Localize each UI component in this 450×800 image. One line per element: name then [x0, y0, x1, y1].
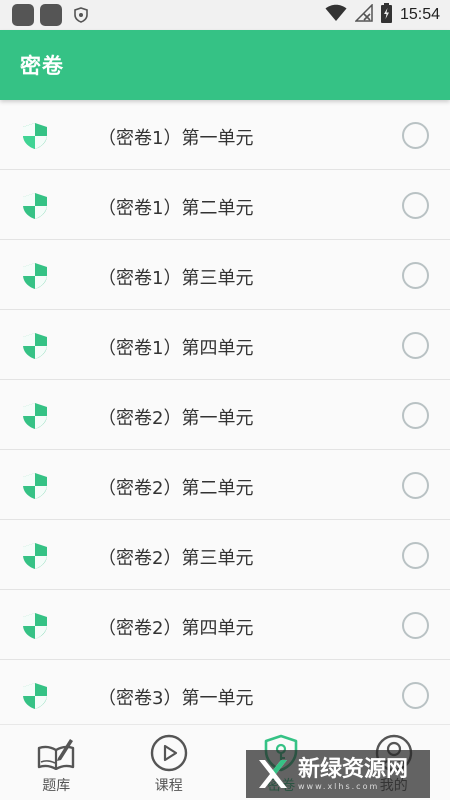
page-title: 密卷 [20, 54, 64, 78]
radio-button[interactable] [402, 402, 429, 429]
list-item[interactable]: （密卷1）第二单元 [0, 170, 450, 240]
list-item-label: （密卷3）第一单元 [98, 688, 254, 709]
app-square-icon [40, 4, 62, 26]
list-item-label: （密卷2）第一单元 [98, 408, 254, 429]
shield-icon [23, 263, 47, 289]
list-item[interactable]: （密卷3）第一单元 [0, 660, 450, 724]
list-item-label: （密卷1）第四单元 [98, 338, 254, 359]
watermark-overlay: 新绿资源网 www.xlhs.com [246, 750, 430, 798]
radio-button[interactable] [402, 122, 429, 149]
list-item-label: （密卷2）第二单元 [98, 478, 254, 499]
battery-charging-icon [380, 3, 392, 27]
list-item[interactable]: （密卷2）第三单元 [0, 520, 450, 590]
status-time: 15:54 [399, 6, 440, 23]
shield-icon [23, 543, 47, 569]
app-square-icon [12, 4, 34, 26]
list-item[interactable]: （密卷2）第四单元 [0, 590, 450, 660]
exam-list[interactable]: （密卷1）第一单元 （密卷1）第二单元 （密卷1）第三单元 （密卷1）第四单元 … [0, 100, 450, 724]
radio-button[interactable] [402, 612, 429, 639]
list-item[interactable]: （密卷2）第二单元 [0, 450, 450, 520]
list-item[interactable]: （密卷1）第一单元 [0, 100, 450, 170]
list-item[interactable]: （密卷2）第一单元 [0, 380, 450, 450]
radio-button[interactable] [402, 682, 429, 709]
shield-icon [23, 613, 47, 639]
shield-icon [23, 193, 47, 219]
radio-button[interactable] [402, 192, 429, 219]
no-signal-icon [354, 3, 373, 26]
radio-button[interactable] [402, 472, 429, 499]
shield-icon [23, 683, 47, 709]
screen: 15:54 密卷 （密卷1）第一单元 （密卷1）第二单元 （密卷1）第三单元 （… [0, 0, 450, 800]
watermark-logo-icon [259, 760, 287, 788]
list-item-label: （密卷1）第三单元 [98, 268, 254, 289]
nav-tab-course[interactable]: 课程 [113, 725, 226, 800]
status-bar: 15:54 [0, 0, 450, 30]
radio-button[interactable] [402, 332, 429, 359]
list-item-label: （密卷1）第一单元 [98, 128, 254, 149]
list-item-label: （密卷2）第三单元 [98, 548, 254, 569]
nav-tab-question-bank[interactable]: 题库 [0, 725, 113, 800]
shield-icon [23, 473, 47, 499]
watermark-text: 新绿资源网 [298, 756, 409, 782]
nav-label: 题库 [42, 778, 71, 794]
shield-icon [23, 333, 47, 359]
play-circle-icon [149, 733, 189, 773]
radio-button[interactable] [402, 542, 429, 569]
list-item[interactable]: （密卷1）第三单元 [0, 240, 450, 310]
list-item[interactable]: （密卷1）第四单元 [0, 310, 450, 380]
app-bar: 密卷 [0, 30, 450, 100]
book-pen-icon [36, 733, 76, 773]
watermark-subtext: www.xlhs.com [298, 781, 380, 791]
list-item-label: （密卷1）第二单元 [98, 198, 254, 219]
shield-icon [72, 6, 90, 24]
shield-icon [23, 123, 47, 149]
shield-icon [23, 403, 47, 429]
nav-label: 课程 [154, 778, 183, 794]
wifi-icon [325, 4, 347, 26]
list-item-label: （密卷2）第四单元 [98, 618, 254, 639]
radio-button[interactable] [402, 262, 429, 289]
